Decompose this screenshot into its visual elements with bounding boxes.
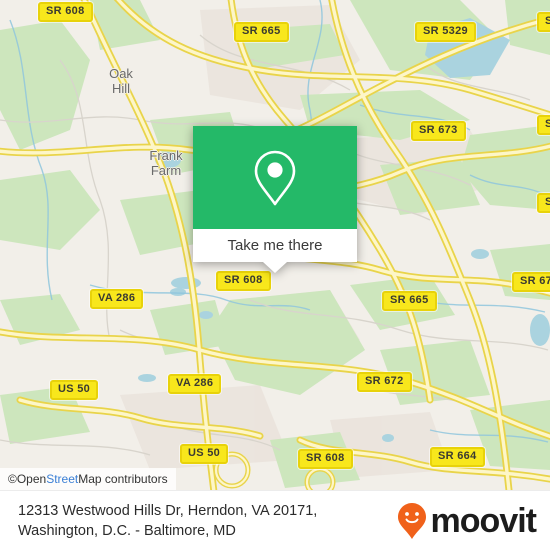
road-shield: US 50 — [50, 380, 99, 400]
map-attribution: © Open Street Map contributors — [0, 468, 176, 490]
road-shield: US 50 — [180, 444, 229, 464]
road-shield: SR 5329 — [415, 22, 476, 42]
app-screenshot: Oak Hill Frank Farm SR 608 SR 665 SR 532… — [0, 0, 550, 550]
road-shield: SR — [537, 12, 550, 32]
openstreetmap-link[interactable]: Street — [46, 472, 78, 486]
road-shield: VA 286 — [90, 289, 144, 309]
road-shield: SR 672 — [357, 372, 412, 392]
address-line-1: 12313 Westwood Hills Dr, Herndon, VA 201… — [18, 502, 318, 519]
place-callout-card[interactable]: Take me there — [193, 126, 357, 273]
road-shield: SR 608 — [216, 271, 271, 291]
map-pin-icon — [254, 150, 296, 205]
road-shield: SR 665 — [234, 22, 289, 42]
footer-bar: 12313 Westwood Hills Dr, Herndon, VA 201… — [0, 490, 550, 550]
take-me-there-label: Take me there — [227, 237, 323, 254]
attribution-suffix: Map contributors — [78, 472, 168, 486]
road-shield: SR 665 — [382, 291, 437, 311]
road-shield: SR 673 — [411, 121, 466, 141]
road-shield: SR 671 — [512, 272, 550, 292]
moovit-logo[interactable]: moovit — [397, 501, 537, 540]
card-pointer-tail — [263, 262, 287, 273]
road-shield: VA 286 — [168, 374, 222, 394]
moovit-wordmark: moovit — [430, 501, 537, 540]
road-shield: SR — [537, 115, 550, 135]
road-shield: SR 608 — [298, 449, 353, 469]
road-shield: SR 608 — [38, 2, 93, 22]
road-shield: SR 664 — [430, 447, 485, 467]
card-header — [193, 126, 357, 229]
moovit-pin-icon — [397, 502, 426, 539]
take-me-there-button[interactable]: Take me there — [193, 229, 357, 262]
map-canvas[interactable]: Oak Hill Frank Farm SR 608 SR 665 SR 532… — [0, 0, 550, 490]
address-line-2: Washington, D.C. - Baltimore, MD — [18, 522, 236, 539]
address-block: 12313 Westwood Hills Dr, Herndon, VA 201… — [18, 501, 317, 541]
attribution-prefix: Open — [16, 472, 47, 486]
attribution-copyright: © — [8, 472, 17, 486]
road-shield: SR — [537, 193, 550, 213]
